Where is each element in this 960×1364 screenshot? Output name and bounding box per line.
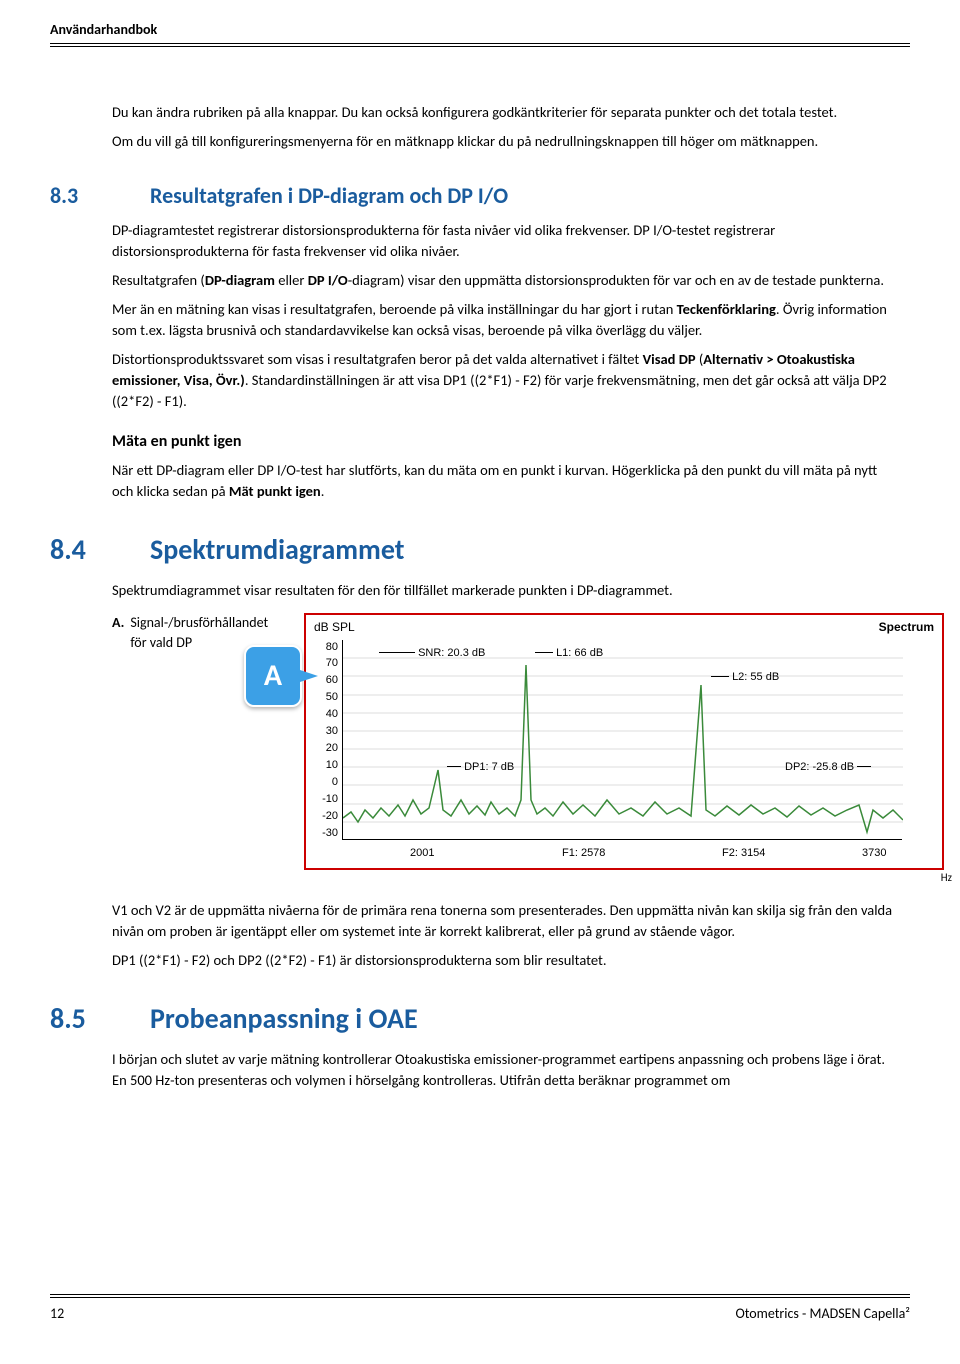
header-rule	[50, 46, 910, 47]
y-axis-ticks: 80 70 60 50 40 30 20 10 0 -10 -20 -30	[314, 640, 342, 842]
footer-rule	[50, 1294, 910, 1295]
paragraph: Mer än en mätning kan visas i resultatgr…	[112, 299, 900, 341]
paragraph: I början och slutet av varje mätning kon…	[112, 1049, 900, 1091]
paragraph: DP1 ((2*F1) - F2) och DP2 ((2*F2) - F1) …	[112, 950, 900, 971]
dp1-label: DP1: 7 dB	[464, 761, 514, 773]
section-number: 8.4	[50, 530, 150, 571]
l2-label: L2: 55 dB	[732, 671, 779, 683]
header-title: Användarhandbok	[50, 20, 910, 40]
chart-title: Spectrum	[879, 619, 934, 636]
section-number: 8.3	[50, 180, 150, 212]
header-rule	[50, 43, 910, 44]
paragraph: Du kan ändra rubriken på alla knappar. D…	[112, 102, 900, 123]
section-number: 8.5	[50, 999, 150, 1040]
subsection-title: Mäta en punkt igen	[112, 430, 900, 453]
y-axis-label: dB SPL	[314, 619, 355, 636]
snr-label: SNR: 20.3 dB	[418, 647, 485, 659]
dp2-label: DP2: -25.8 dB	[785, 761, 854, 773]
spectrum-chart: A dB SPL Spectrum 80 70 60 50 40 30	[264, 613, 952, 885]
callout-marker: A	[244, 645, 302, 707]
paragraph: DP-diagramtestet registrerar distorsions…	[112, 220, 900, 262]
paragraph: V1 och V2 är de uppmätta nivåerna för de…	[112, 900, 900, 942]
l1-label: L1: 66 dB	[556, 647, 603, 659]
paragraph: Om du vill gå till konfigureringsmenyern…	[112, 131, 900, 152]
paragraph: Distortionsproduktssvaret som visas i re…	[112, 349, 900, 412]
product-name: Otometrics - MADSEN Capella²	[735, 1304, 910, 1324]
section-title: Probeanpassning i OAE	[150, 999, 418, 1040]
x-axis-label: Hz	[264, 870, 952, 886]
paragraph: När ett DP-diagram eller DP I/O-test har…	[112, 460, 900, 502]
x-axis-ticks: 2001 F1: 2578 F2: 3154 3730	[342, 846, 902, 862]
section-title: Spektrumdiagrammet	[150, 530, 404, 571]
legend-item: A. Signal-/brusförhållandet för vald DP	[112, 613, 252, 885]
page-number: 12	[50, 1304, 64, 1324]
paragraph: Spektrumdiagrammet visar resultaten för …	[112, 580, 900, 601]
paragraph: Resultatgrafen (DP-diagram eller DP I/O-…	[112, 270, 900, 291]
plot-area: SNR: 20.3 dB L1: 66 dB L2: 55 dB	[342, 640, 902, 840]
footer-rule	[50, 1297, 910, 1298]
section-title: Resultatgrafen i DP-diagram och DP I/O	[150, 180, 508, 212]
